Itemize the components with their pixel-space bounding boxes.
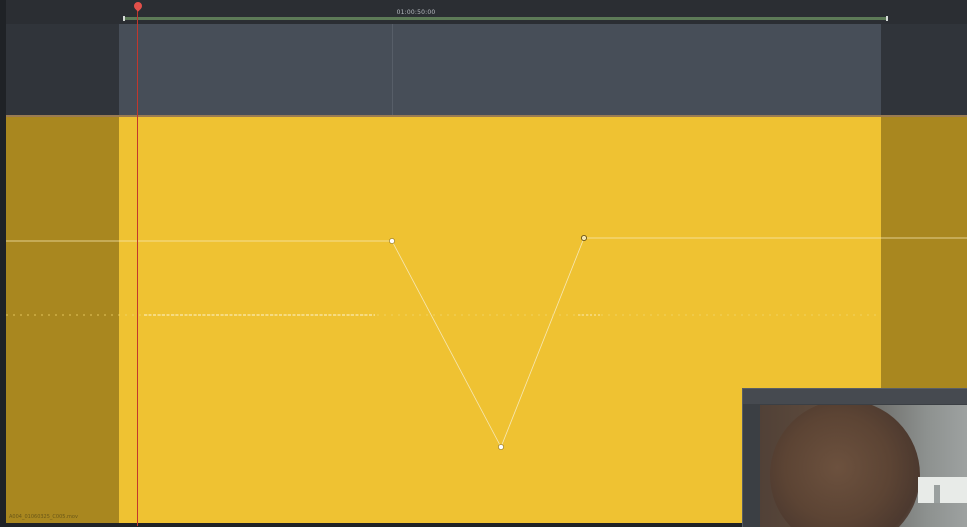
keyframe-3[interactable] xyxy=(580,234,588,242)
background-sign-gap xyxy=(934,485,940,503)
curve-segment-down xyxy=(391,240,502,448)
timeline-editor: 01:00:50:00 A004_01060325_C005.mov xyxy=(0,0,967,527)
keyframe-2[interactable] xyxy=(498,444,504,450)
viewer-thumbnail[interactable] xyxy=(742,388,967,527)
viewer-frame-image xyxy=(760,405,967,527)
playhead-line[interactable] xyxy=(137,6,138,526)
keyframe-1[interactable] xyxy=(389,238,395,244)
viewer-header xyxy=(743,389,967,404)
curve-segment-up xyxy=(500,237,585,448)
subject-hair-shape xyxy=(770,405,920,527)
background-sign-shape xyxy=(918,477,967,503)
